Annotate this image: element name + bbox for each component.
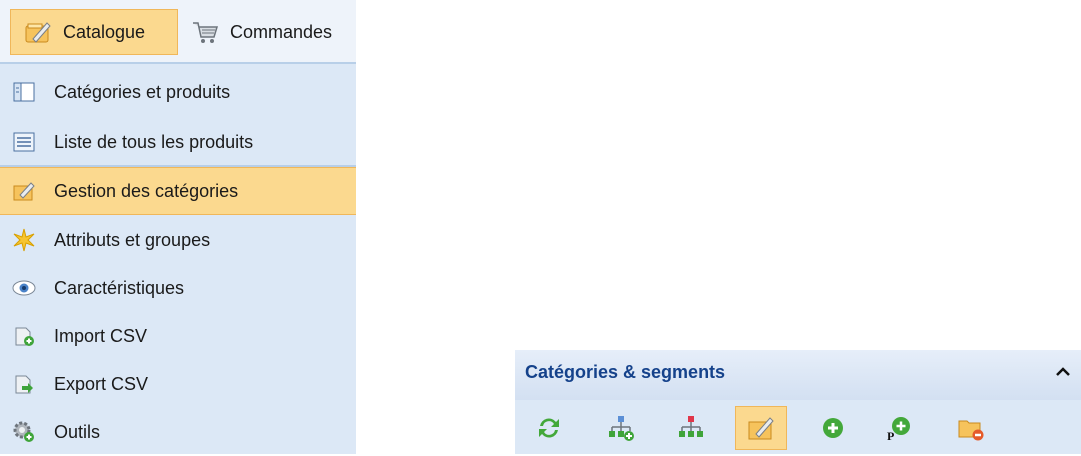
menu-item-attributs[interactable]: Attributs et groupes	[0, 216, 356, 264]
eye-icon	[12, 280, 36, 296]
add-p-icon: P	[887, 417, 910, 443]
menu-item-label: Import CSV	[54, 325, 148, 346]
svg-text:P: P	[887, 429, 894, 443]
menu-item-label: Caractéristiques	[54, 277, 185, 298]
gear-icon	[13, 421, 34, 442]
list-icon	[13, 132, 35, 152]
panel-header: Catégories & segments	[515, 350, 1081, 400]
categories-products-icon	[13, 82, 35, 102]
edit-categories-icon	[13, 182, 35, 201]
cart-icon	[193, 22, 219, 43]
menu-item-label: Gestion des catégories	[54, 180, 239, 201]
edit-icon	[748, 417, 774, 440]
tab-commandes[interactable]: Commandes	[178, 9, 356, 55]
categories-segments-panel: Catégories & segments P	[515, 350, 1081, 454]
menu-item-gestion-categories[interactable]: Gestion des catégories	[0, 167, 356, 215]
tree-node-button[interactable]	[665, 406, 717, 450]
pencil-catalog-icon	[25, 22, 51, 43]
add-node-button[interactable]	[595, 406, 647, 450]
catalog-menu: Catalogue Commandes Catégories et produi…	[0, 0, 356, 454]
folder-delete-icon	[958, 420, 984, 441]
panel-title: Catégories & segments	[525, 362, 726, 382]
menu-item-label: Export CSV	[54, 373, 149, 394]
add-p-button[interactable]: P	[873, 406, 925, 450]
add-circle-icon	[823, 418, 843, 438]
menu-item-export-csv[interactable]: Export CSV	[0, 360, 356, 408]
add-button[interactable]	[807, 406, 859, 450]
menu-item-outils[interactable]: Outils	[0, 408, 356, 456]
delete-folder-button[interactable]	[945, 406, 997, 450]
refresh-icon	[539, 418, 559, 438]
export-csv-icon	[15, 375, 33, 394]
tab-bar: Catalogue Commandes	[0, 0, 356, 64]
refresh-button[interactable]	[523, 406, 575, 450]
tree-node-red-icon	[679, 416, 703, 437]
menu-item-categories-produits[interactable]: Catégories et produits	[0, 68, 356, 116]
menu-item-label: Outils	[54, 421, 101, 442]
import-csv-icon	[15, 327, 34, 346]
attributes-icon	[13, 228, 35, 252]
panel-toolbar: P	[515, 400, 1081, 454]
menu-item-label: Attributs et groupes	[54, 229, 211, 250]
tab-label: Catalogue	[63, 21, 146, 42]
menu-item-caracteristiques[interactable]: Caractéristiques	[0, 264, 356, 312]
tab-label: Commandes	[230, 21, 333, 42]
edit-button[interactable]	[735, 406, 787, 450]
menu-item-liste-produits[interactable]: Liste de tous les produits	[0, 118, 356, 166]
add-tree-node-icon	[609, 416, 634, 441]
tab-catalogue[interactable]: Catalogue	[10, 9, 178, 55]
menu-list: Catégories et produits Liste de tous les…	[0, 64, 356, 454]
chevron-up-icon[interactable]	[1051, 360, 1075, 384]
menu-item-import-csv[interactable]: Import CSV	[0, 312, 356, 360]
menu-item-label: Catégories et produits	[54, 81, 231, 102]
menu-item-label: Liste de tous les produits	[54, 131, 254, 152]
